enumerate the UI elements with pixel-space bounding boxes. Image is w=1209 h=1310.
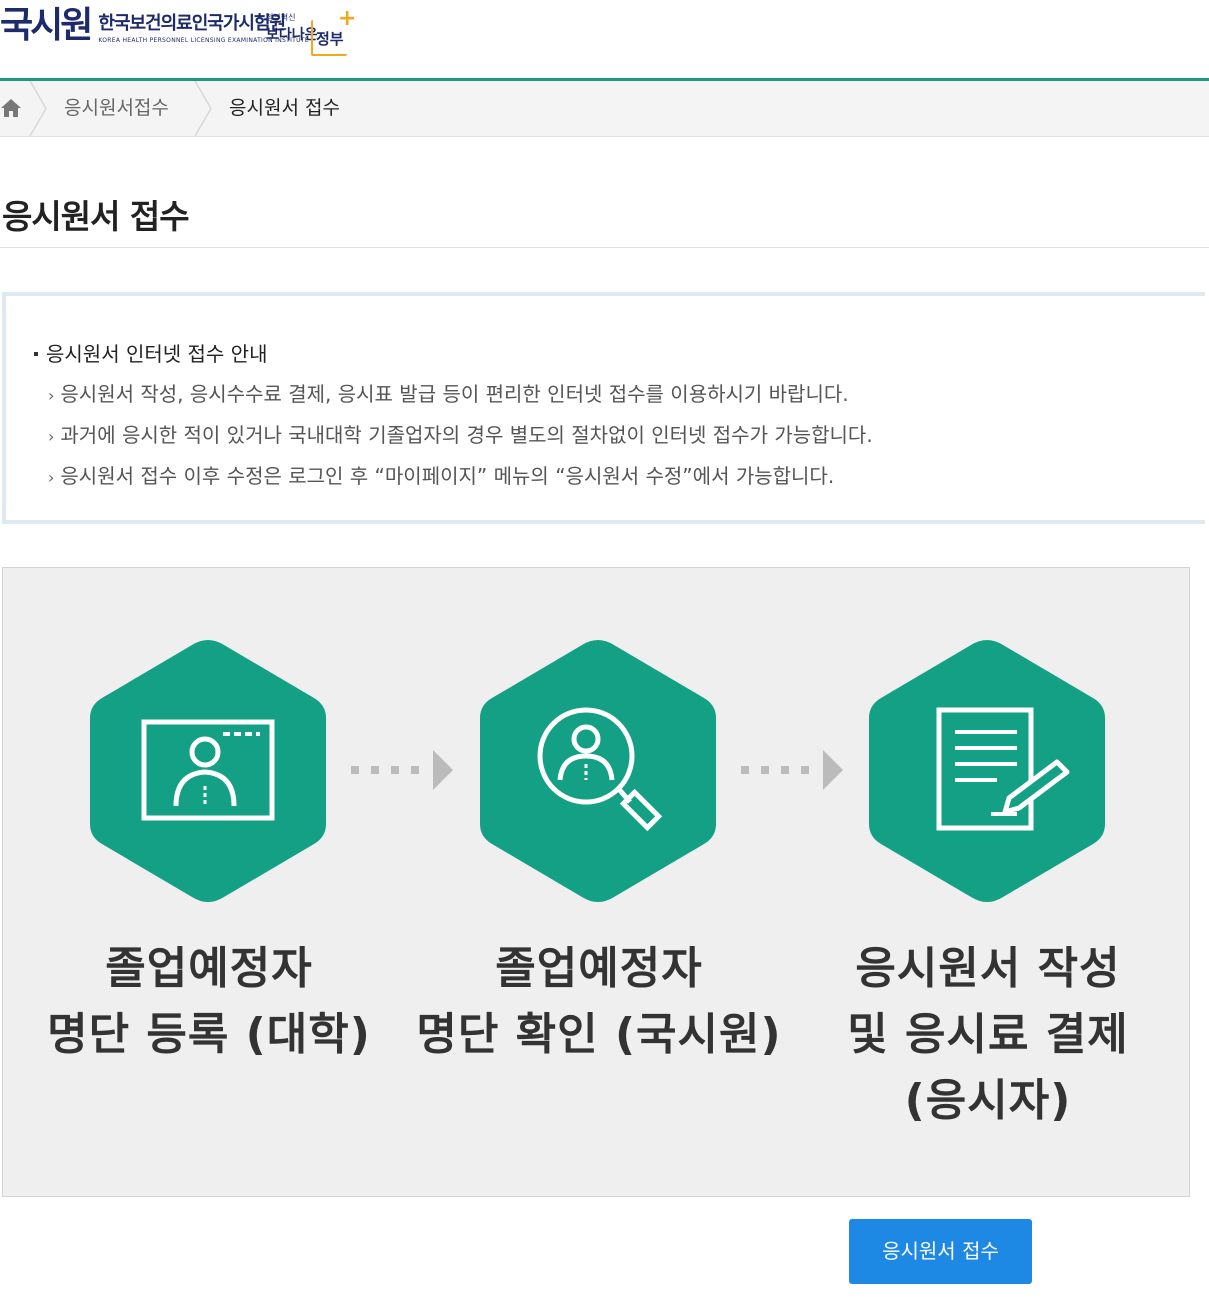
notice-heading: 응시원서 인터넷 접수 안내 — [34, 338, 267, 367]
notice-item: › 과거에 응시한 적이 있거나 국내대학 기졸업자의 경우 별도의 절차없이 인… — [48, 419, 873, 448]
logo-mark: 국시원 — [0, 5, 93, 46]
arrow-right-icon — [741, 750, 843, 790]
notice-item-text: 응시원서 작성, 응시수수료 결제, 응시표 발급 등이 편리한 인터넷 접수를… — [60, 382, 849, 406]
chevron-right-icon: › — [48, 386, 55, 405]
gov-big-text: 보다나은 — [266, 27, 318, 43]
process-diagram: 졸업예정자 명단 등록 (대학) 졸업예정자 명단 확인 (국시원) 응시원서 … — [2, 567, 1190, 1197]
notice-item: › 응시원서 접수 이후 수정은 로그인 후 “마이페이지” 메뉴의 “응시원서 … — [48, 460, 834, 489]
document-pen-icon — [869, 640, 1105, 902]
chevron-right-icon — [29, 81, 47, 136]
process-step-label: 졸업예정자 명단 등록 (대학) — [19, 936, 399, 1068]
chevron-right-icon: › — [48, 427, 55, 446]
magnifier-person-icon — [480, 640, 716, 902]
chevron-right-icon — [194, 81, 212, 136]
arrow-right-icon — [351, 750, 453, 790]
notice-item-text: 응시원서 접수 이후 수정은 로그인 후 “마이페이지” 메뉴의 “응시원서 수… — [60, 464, 835, 488]
breadcrumb-item-apply[interactable]: 응시원서접수 — [64, 96, 169, 120]
notice-item: › 응시원서 작성, 응시수수료 결제, 응시표 발급 등이 편리한 인터넷 접수… — [48, 378, 849, 407]
notice-item-text: 과거에 응시한 적이 있거나 국내대학 기졸업자의 경우 별도의 절차없이 인터… — [60, 423, 873, 447]
chevron-right-icon: › — [48, 468, 55, 487]
breadcrumb: 응시원서접수 응시원서 접수 — [0, 81, 1209, 137]
notice-box: 응시원서 인터넷 접수 안내 › 응시원서 작성, 응시수수료 결제, 응시표 발… — [2, 292, 1205, 524]
gov-word: 정부 — [316, 30, 344, 48]
page-title: 응시원서 접수 — [2, 197, 190, 236]
site-logo[interactable]: 국시원 한국보건의료인국가시험원 KOREA HEALTH PERSONNEL … — [0, 6, 309, 46]
process-step-label: 응시원서 작성 및 응시료 결제 (응시자) — [798, 936, 1178, 1134]
step-line: 졸업예정자 — [105, 943, 313, 994]
site-header: 국시원 한국보건의료인국가시험원 KOREA HEALTH PERSONNEL … — [0, 0, 1209, 81]
step-line: 응시원서 작성 — [855, 943, 1121, 994]
process-step-label: 졸업예정자 명단 확인 (국시원) — [409, 936, 789, 1068]
step-line: (응시자) — [904, 1075, 1072, 1126]
step-line: 졸업예정자 — [495, 943, 703, 994]
gov-small-text: 정부혁신 — [266, 13, 296, 22]
step-line: 및 응시료 결제 — [847, 1009, 1129, 1060]
bullet-icon — [34, 351, 38, 356]
home-icon[interactable] — [0, 98, 22, 118]
title-divider — [0, 247, 1209, 248]
screen-person-icon — [90, 640, 326, 902]
plus-icon: + — [338, 6, 357, 31]
gov-innovation-logo: 정부혁신 보다나은 정부 + — [266, 6, 357, 56]
step-line: 명단 등록 (대학) — [47, 1009, 371, 1060]
breadcrumb-item-current: 응시원서 접수 — [229, 97, 340, 119]
step-line: 명단 확인 (국시원) — [416, 1009, 782, 1060]
apply-button[interactable]: 응시원서 접수 — [849, 1219, 1032, 1284]
notice-heading-text: 응시원서 인터넷 접수 안내 — [46, 342, 268, 366]
